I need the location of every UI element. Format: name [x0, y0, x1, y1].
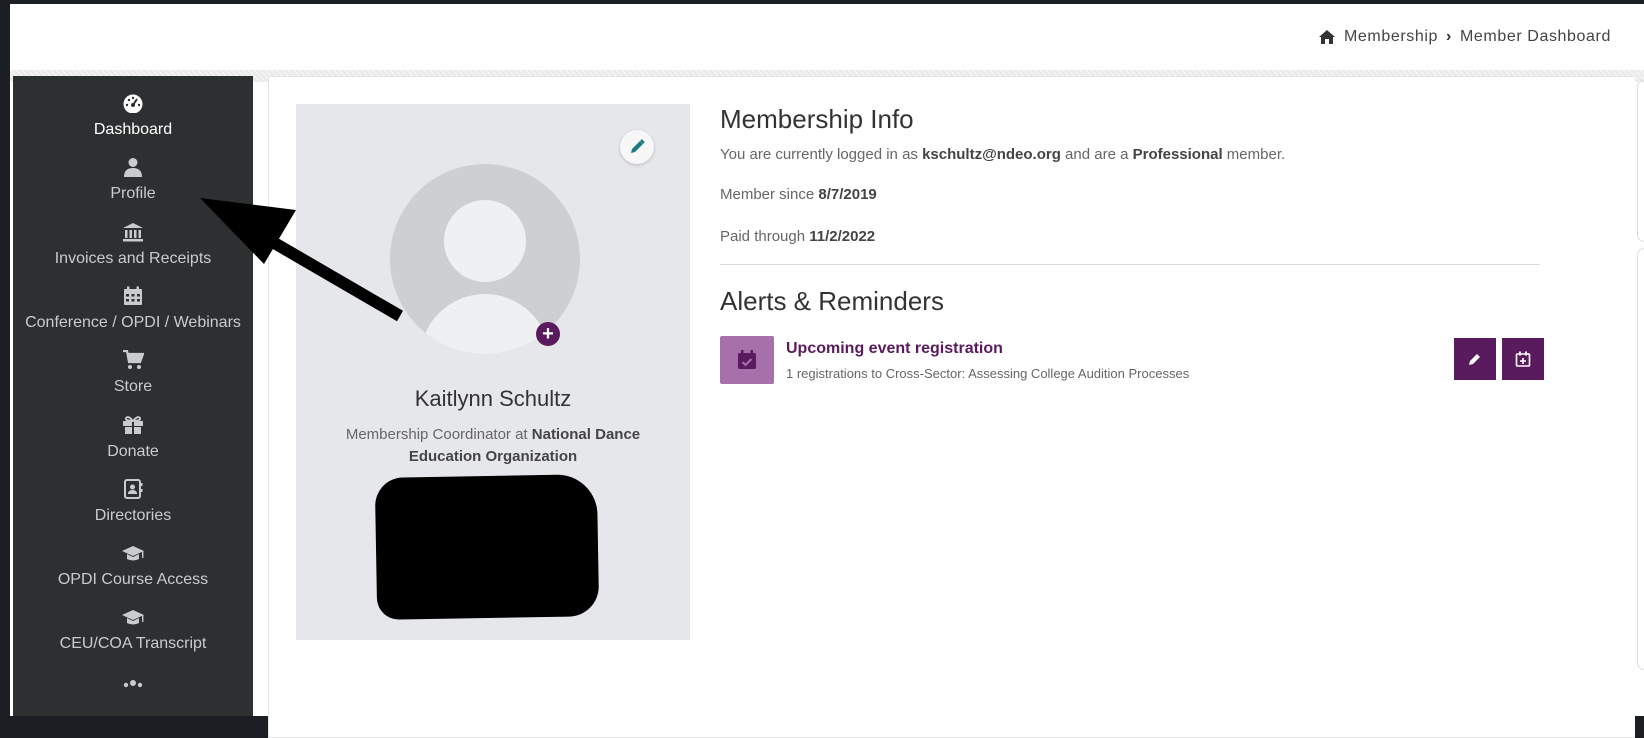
member-name: Kaitlynn Schultz	[414, 386, 572, 411]
calendar-icon	[13, 285, 253, 307]
sidebar-item-opdi-course-access[interactable]: OPDI Course Access	[13, 542, 253, 589]
sidebar-item-conference[interactable]: Conference / OPDI / Webinars	[13, 285, 253, 332]
pencil-icon	[1469, 354, 1480, 365]
side-panel-edge	[1637, 80, 1644, 242]
sidebar-item-directories[interactable]: Directories	[13, 478, 253, 525]
sidebar-item-label: OPDI Course Access	[57, 571, 209, 588]
home-icon[interactable]	[1318, 29, 1336, 45]
breadcrumb-separator-icon: ›	[1446, 28, 1452, 45]
pencil-icon	[631, 139, 645, 153]
edit-registration-button[interactable]	[1454, 338, 1496, 380]
sidebar-item-label: Directories	[94, 507, 172, 524]
add-photo-button[interactable]: +	[536, 322, 560, 346]
graduation-cap-icon	[13, 542, 253, 564]
graduation-cap-icon	[13, 606, 253, 628]
sidebar-item-label: Invoices and Receipts	[54, 250, 212, 267]
top-bar: Membership › Member Dashboard	[10, 4, 1644, 70]
alert-description: 1 registrations to Cross-Sector: Assessi…	[786, 366, 1190, 381]
dashboard-gauge-icon	[13, 92, 253, 114]
sidebar-item-dashboard[interactable]: Dashboard	[13, 92, 253, 139]
paid-through: Paid through 11/2/2022	[720, 228, 876, 245]
member-type: Professional	[1132, 146, 1223, 163]
profile-panel: + Kaitlynn Schultz Membership Coordinato…	[296, 104, 690, 640]
redaction-mark	[374, 474, 600, 620]
sidebar-item-store[interactable]: Store	[13, 349, 253, 396]
sidebar-item-label: Store	[113, 378, 153, 395]
sidebar-item-profile[interactable]: Profile	[13, 156, 253, 203]
calendar-check-icon	[720, 336, 774, 384]
sidebar-item-label: Conference / OPDI / Webinars	[25, 314, 241, 331]
add-to-calendar-button[interactable]	[1502, 338, 1544, 380]
member-title: Membership Coordinator at National Dance…	[326, 424, 660, 468]
plus-icon: +	[542, 323, 554, 345]
breadcrumb-member-dashboard: Member Dashboard	[1459, 28, 1611, 45]
sidebar-item-donate[interactable]: Donate	[13, 414, 253, 461]
users-icon	[13, 674, 253, 696]
sidebar-item-label: Profile	[110, 185, 156, 202]
gift-icon	[13, 414, 253, 436]
sidebar-item-invoices[interactable]: Invoices and Receipts	[13, 221, 253, 268]
member-since: Member since 8/7/2019	[720, 186, 877, 203]
membership-info-heading: Membership Info	[720, 104, 914, 134]
title-prefix: Membership Coordinator at	[345, 426, 532, 443]
alerts-heading: Alerts & Reminders	[720, 286, 944, 316]
member-email: kschultz@ndeo.org	[922, 146, 1061, 163]
calendar-plus-icon	[1515, 351, 1531, 367]
login-status: You are currently logged in as kschultz@…	[720, 146, 1286, 163]
user-icon	[13, 156, 253, 178]
section-divider	[720, 264, 1540, 265]
sidebar-item-label: Dashboard	[93, 121, 173, 138]
sidebar-item-more[interactable]	[13, 674, 253, 697]
sidebar-item-label: Donate	[107, 443, 159, 460]
alert-title-link[interactable]: Upcoming event registration	[786, 340, 1003, 358]
bank-icon	[13, 221, 253, 243]
breadcrumb: Membership › Member Dashboard	[1318, 28, 1611, 46]
sidebar-item-label: CEU/COA Transcript	[59, 635, 207, 652]
breadcrumb-membership[interactable]: Membership	[1344, 28, 1438, 46]
address-book-icon	[13, 478, 253, 500]
side-panel-edge	[1637, 248, 1644, 670]
sidebar-item-ceu-coa-transcript[interactable]: CEU/COA Transcript	[13, 606, 253, 653]
shopping-cart-icon	[13, 349, 253, 371]
edit-profile-button[interactable]	[620, 130, 654, 164]
sidebar: Dashboard Profile Invoices and Receipts …	[13, 76, 253, 716]
